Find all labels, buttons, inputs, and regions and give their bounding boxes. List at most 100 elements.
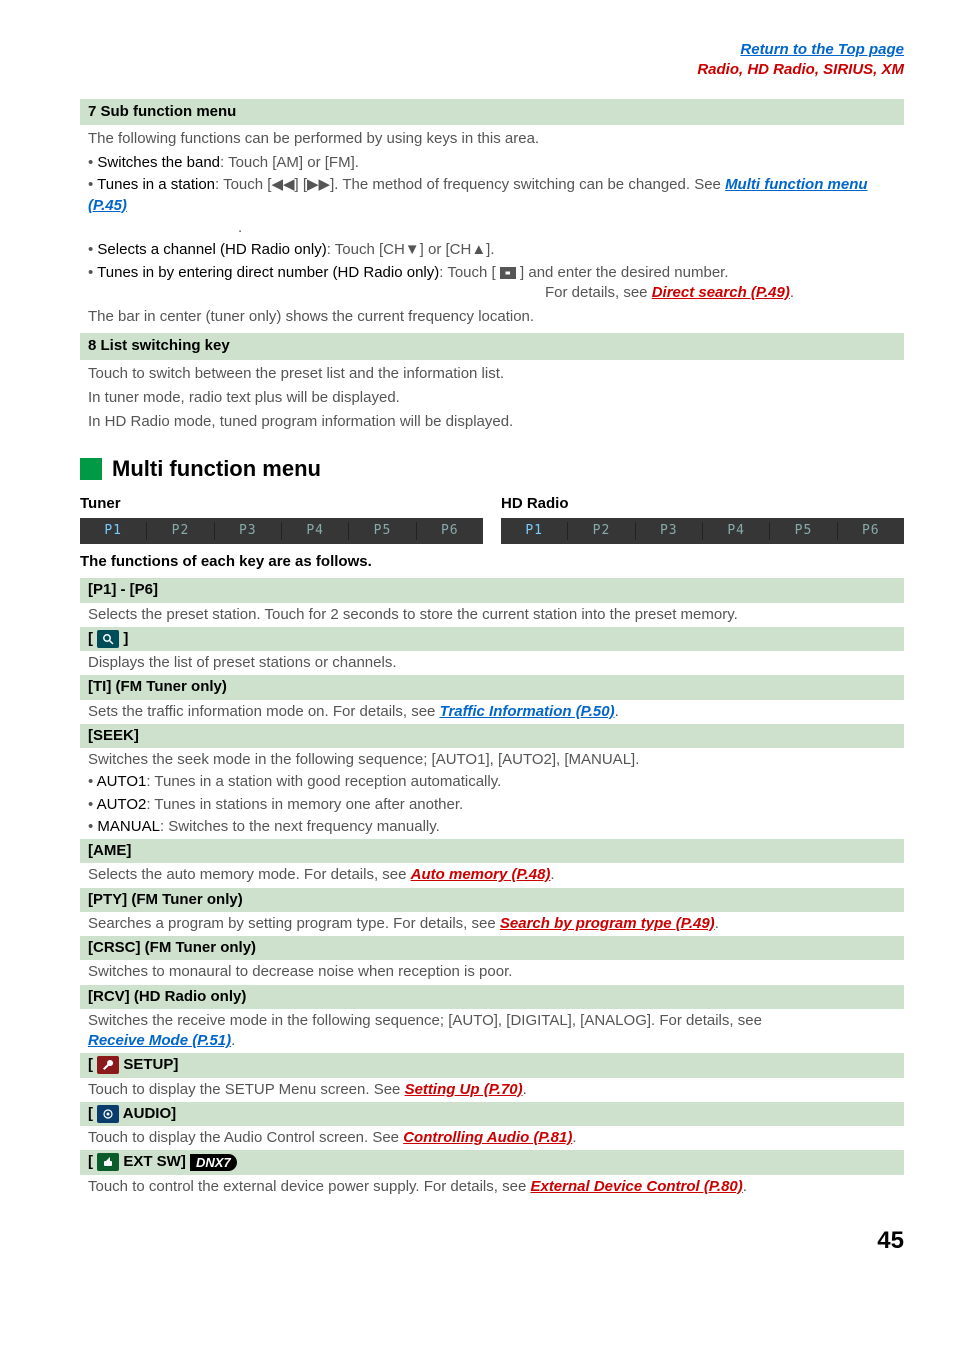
lead: Tunes in by entering direct number (HD R… [97,264,439,281]
period: . [231,1032,235,1049]
auto-memory-link[interactable]: Auto memory (P.48) [411,866,551,883]
crsc-desc: Switches to monaural to decrease noise w… [88,962,904,982]
search-program-link[interactable]: Search by program type (P.49) [500,915,715,932]
tuner-column: Tuner P1 P2 P3 P4 P5 P6 [80,494,483,544]
preset-p6[interactable]: P6 [417,522,483,540]
rcv-desc: Switches the receive mode in the followi… [88,1011,904,1052]
rest: : Touch [ ] and enter the desired number… [439,264,728,281]
item-8-header: 8 List switching key [80,333,904,359]
lead: Tunes in a station [97,176,215,193]
seek-desc: Switches the seek mode in the following … [88,750,904,770]
desc-a: Touch to control the external device pow… [88,1178,530,1195]
period: . [790,284,794,301]
keypad-icon [500,267,516,279]
tuner-label: Tuner [80,494,483,514]
label: AUDIO] [119,1105,176,1122]
rest: : Tunes in stations in memory one after … [146,796,463,813]
setup-header: [ SETUP] [80,1053,904,1077]
preset-p3[interactable]: P3 [215,522,282,540]
hd-column: HD Radio P1 P2 P3 P4 P5 P6 [501,494,904,544]
preset-p2[interactable]: P2 [568,522,635,540]
rest: : Switches to the next frequency manuall… [160,818,440,835]
preset-p5[interactable]: P5 [349,522,416,540]
page-number: 45 [80,1225,904,1257]
multi-function-heading: Multi function menu [80,454,904,484]
ext-sw-header: [ EXT SW] DNX7 [80,1150,904,1174]
close: ] [119,630,128,647]
hd-preset-bar: P1 P2 P3 P4 P5 P6 [501,518,904,544]
wrench-icon [97,1056,119,1074]
preset-p5[interactable]: P5 [770,522,837,540]
period: . [523,1081,527,1098]
ext-sw-icon [97,1153,119,1171]
desc-a: Touch to display the SETUP Menu screen. … [88,1081,405,1098]
seek-manual: • MANUAL: Switches to the next frequency… [88,817,904,837]
setting-up-link[interactable]: Setting Up (P.70) [405,1081,523,1098]
bullet-direct-number: • Tunes in by entering direct number (HD… [88,263,904,283]
receive-mode-link[interactable]: Receive Mode (P.51) [88,1032,231,1049]
rest: : Tunes in a station with good reception… [146,773,501,790]
heading-text: Multi function menu [112,454,321,484]
tuner-preset-bar: P1 P2 P3 P4 P5 P6 [80,518,483,544]
preset-p6[interactable]: P6 [838,522,904,540]
direct-search-link[interactable]: Direct search (P.49) [652,284,790,301]
bar-note: The bar in center (tuner only) shows the… [88,307,904,327]
lead: Selects a channel (HD Radio only) [97,241,326,258]
desc-a: Switches the receive mode in the followi… [88,1012,762,1029]
rest: : Touch [◀◀] [▶▶]. The method of frequen… [215,176,725,193]
open: [ [88,630,97,647]
preset-p3[interactable]: P3 [636,522,703,540]
desc-a: Touch to display the Audio Control scree… [88,1129,403,1146]
preset-p4[interactable]: P4 [282,522,349,540]
audio-header: [ AUDIO] [80,1102,904,1126]
magnifier-header: [ ] [80,627,904,651]
period: . [743,1178,747,1195]
lead: AUTO1 [97,773,147,790]
p1-p6-desc: Selects the preset station. Touch for 2 … [88,605,904,625]
ame-desc: Selects the auto memory mode. For detail… [88,865,904,885]
green-box-icon [80,458,102,480]
preset-p4[interactable]: P4 [703,522,770,540]
open: [ [88,1153,97,1170]
label: SETUP] [119,1056,178,1073]
preset-p2[interactable]: P2 [147,522,214,540]
bullet-tunes-station-cont: . [88,218,904,238]
seek-auto1: • AUTO1: Tunes in a station with good re… [88,772,904,792]
desc-a: Sets the traffic information mode on. Fo… [88,703,440,720]
pty-desc: Searches a program by setting program ty… [88,914,904,934]
preset-p1[interactable]: P1 [80,522,147,540]
open: [ [88,1105,97,1122]
traffic-info-link[interactable]: Traffic Information (P.50) [440,703,615,720]
rest: : Touch [CH▼] or [CH▲]. [327,241,495,258]
preset-p1[interactable]: P1 [501,522,568,540]
bullet-switches-band: • Switches the band: Touch [AM] or [FM]. [88,153,904,173]
bullet-selects-channel: • Selects a channel (HD Radio only): Tou… [88,240,904,260]
magnifier-icon [97,630,119,648]
desc-a: Selects the auto memory mode. For detail… [88,866,411,883]
ti-desc: Sets the traffic information mode on. Fo… [88,702,904,722]
hd-label: HD Radio [501,494,904,514]
label: EXT SW] [119,1153,190,1170]
ext-sw-desc: Touch to control the external device pow… [88,1177,904,1197]
ti-header: [TI] (FM Tuner only) [80,675,904,699]
p1-p6-header: [P1] - [P6] [80,578,904,602]
period: . [550,866,554,883]
return-link[interactable]: Return to the Top page [80,40,904,60]
open: [ [88,1056,97,1073]
preset-columns: Tuner P1 P2 P3 P4 P5 P6 HD Radio P1 P2 P… [80,494,904,544]
crsc-header: [CRSC] (FM Tuner only) [80,936,904,960]
section-title: Radio, HD Radio, SIRIUS, XM [80,60,904,80]
period: . [615,703,619,720]
lead: MANUAL [97,818,160,835]
controlling-audio-link[interactable]: Controlling Audio (P.81) [403,1129,572,1146]
external-device-link[interactable]: External Device Control (P.80) [530,1178,742,1195]
direct-tail: For details, see Direct search (P.49). [88,283,904,303]
audio-desc: Touch to display the Audio Control scree… [88,1128,904,1148]
dnx7-badge: DNX7 [190,1154,237,1172]
period: . [572,1129,576,1146]
speaker-icon [97,1105,119,1123]
pty-header: [PTY] (FM Tuner only) [80,888,904,912]
period: . [715,915,719,932]
tail-a: For details, see [545,284,652,301]
seek-header: [SEEK] [80,724,904,748]
